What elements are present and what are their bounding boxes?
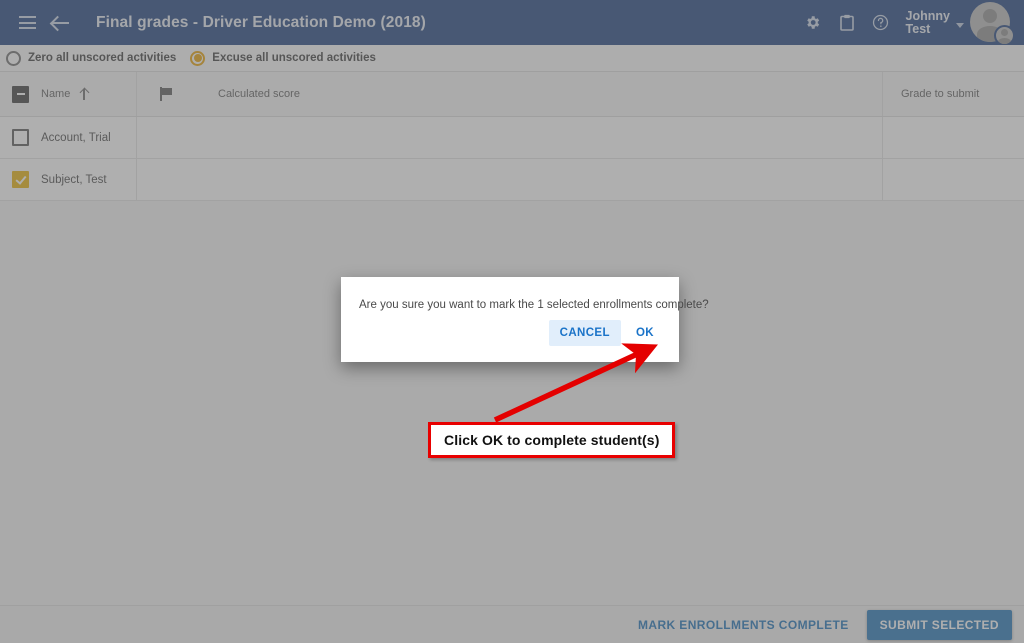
dialog-cancel-button[interactable]: CANCEL bbox=[548, 320, 621, 346]
confirm-dialog: Are you sure you want to mark the 1 sele… bbox=[341, 277, 709, 362]
dialog-message: Are you sure you want to mark the 1 sele… bbox=[359, 299, 709, 311]
app-root: Final grades - Driver Education Demo (20… bbox=[0, 0, 1024, 643]
dialog-ok-button[interactable]: OK bbox=[625, 320, 665, 346]
dialog-actions: CANCEL OK bbox=[341, 311, 679, 346]
annotation-callout: Click OK to complete student(s) bbox=[428, 422, 676, 458]
annotation-text: Click OK to complete student(s) bbox=[444, 432, 660, 448]
